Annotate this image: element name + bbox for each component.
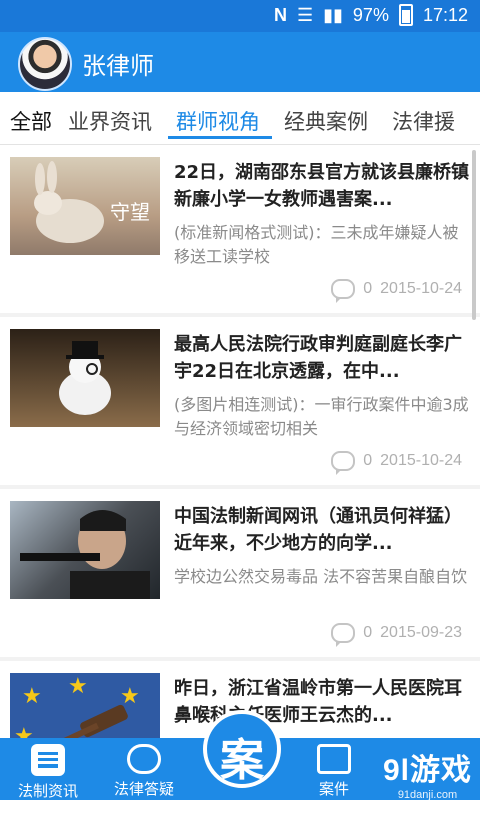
- status-time: 17:12: [422, 4, 468, 25]
- man-with-gun-image: [20, 510, 150, 599]
- article-thumbnail: [10, 501, 160, 599]
- tab-all[interactable]: 全部: [10, 106, 52, 136]
- svg-text:守望: 守望: [110, 200, 150, 224]
- dog-with-hat-image: [59, 341, 111, 415]
- list-item[interactable]: 中国法制新闻网讯（通讯员何祥猛）近年来，不少地方的向学... 学校边公然交易毒品…: [0, 489, 480, 657]
- article-title[interactable]: 最高人民法院行政审判庭副庭长李广宇22日在北京透露，在中...: [174, 331, 470, 385]
- article-title[interactable]: 22日，湖南邵东县官方就该县廉桥镇新廉小学一女教师遇害案...: [174, 159, 470, 213]
- article-meta: 0 2015-10-24: [331, 451, 462, 475]
- svg-text:★: ★: [68, 674, 88, 699]
- article-title[interactable]: 中国法制新闻网讯（通讯员何祥猛）近年来，不少地方的向学...: [174, 503, 470, 557]
- wifi-icon: ☰: [296, 4, 314, 25]
- watermark-text: 9l游戏: [382, 754, 472, 787]
- nav-legal-news[interactable]: 法制资讯: [0, 744, 96, 801]
- inbox-icon: [317, 744, 351, 774]
- watermark-logo: 9l游戏 91danji.com: [383, 745, 472, 801]
- article-date: 2015-10-24: [380, 280, 462, 297]
- watermark-url: 91danji.com: [397, 789, 458, 801]
- nav-label: 法律答疑: [113, 780, 174, 798]
- nav-legal-qa[interactable]: 法律答疑: [96, 744, 192, 799]
- scrollbar[interactable]: [472, 150, 476, 320]
- case-button-label: 案: [220, 735, 264, 786]
- article-meta: 0 2015-09-23: [331, 623, 462, 647]
- article-date: 2015-10-24: [380, 452, 462, 469]
- list-item[interactable]: 最高人民法院行政审判庭副庭长李广宇22日在北京透露，在中... (多图片相连测试…: [0, 317, 480, 485]
- tab-legal-aid[interactable]: 法律援: [392, 106, 455, 136]
- status-icons: N ☰ ▮▮ 97% 17:12: [274, 4, 468, 26]
- article-thumbnail: 守望: [10, 157, 160, 255]
- comment-count: 0: [363, 280, 373, 297]
- active-tab-indicator: [168, 136, 272, 139]
- article-thumbnail: [10, 329, 160, 427]
- article-summary: (标准新闻格式测试)：三未成年嫌疑人被移送工读学校: [174, 223, 459, 266]
- battery-percent: 97%: [352, 4, 389, 25]
- status-bar: N ☰ ▮▮ 97% 17:12: [0, 0, 480, 32]
- list-icon: [31, 744, 65, 776]
- case-center-button[interactable]: 案: [203, 710, 281, 788]
- nav-cases[interactable]: 案件: [286, 744, 382, 799]
- app-header: 张律师: [0, 32, 480, 92]
- nav-label: 案件: [318, 780, 349, 798]
- comment-icon: [331, 451, 356, 475]
- chat-icon: [127, 744, 161, 774]
- avatar[interactable]: [18, 37, 72, 91]
- battery-icon: [398, 4, 413, 26]
- article-summary: (多图片相连测试)：一审行政案件中逾3成与经济领域密切相关: [174, 395, 469, 438]
- tab-classic-cases[interactable]: 经典案例: [284, 106, 368, 136]
- comment-icon: [331, 279, 356, 303]
- svg-text:★: ★: [120, 684, 140, 709]
- svg-text:★: ★: [22, 684, 42, 709]
- category-tabs: 全部 业界资讯 群师视角 经典案例 法律援: [0, 92, 480, 145]
- comment-count: 0: [363, 452, 373, 469]
- list-item[interactable]: 守望 22日，湖南邵东县官方就该县廉桥镇新廉小学一女教师遇害案... (标准新闻…: [0, 145, 480, 313]
- page-title: 张律师: [82, 52, 154, 80]
- rabbit-image: 守望: [34, 161, 150, 243]
- tab-industry-news[interactable]: 业界资讯: [68, 106, 152, 136]
- comment-icon: [331, 623, 356, 647]
- article-date: 2015-09-23: [380, 624, 462, 641]
- n-icon: N: [273, 4, 287, 25]
- tab-lawyer-perspective[interactable]: 群师视角: [176, 106, 260, 136]
- nav-label: 法制资讯: [17, 782, 78, 800]
- comment-count: 0: [363, 624, 373, 641]
- signal-icon: ▮▮: [323, 4, 343, 25]
- article-meta: 0 2015-10-24: [331, 279, 462, 303]
- article-summary: 学校边公然交易毒品 法不容苦果自酿自饮: [174, 567, 468, 586]
